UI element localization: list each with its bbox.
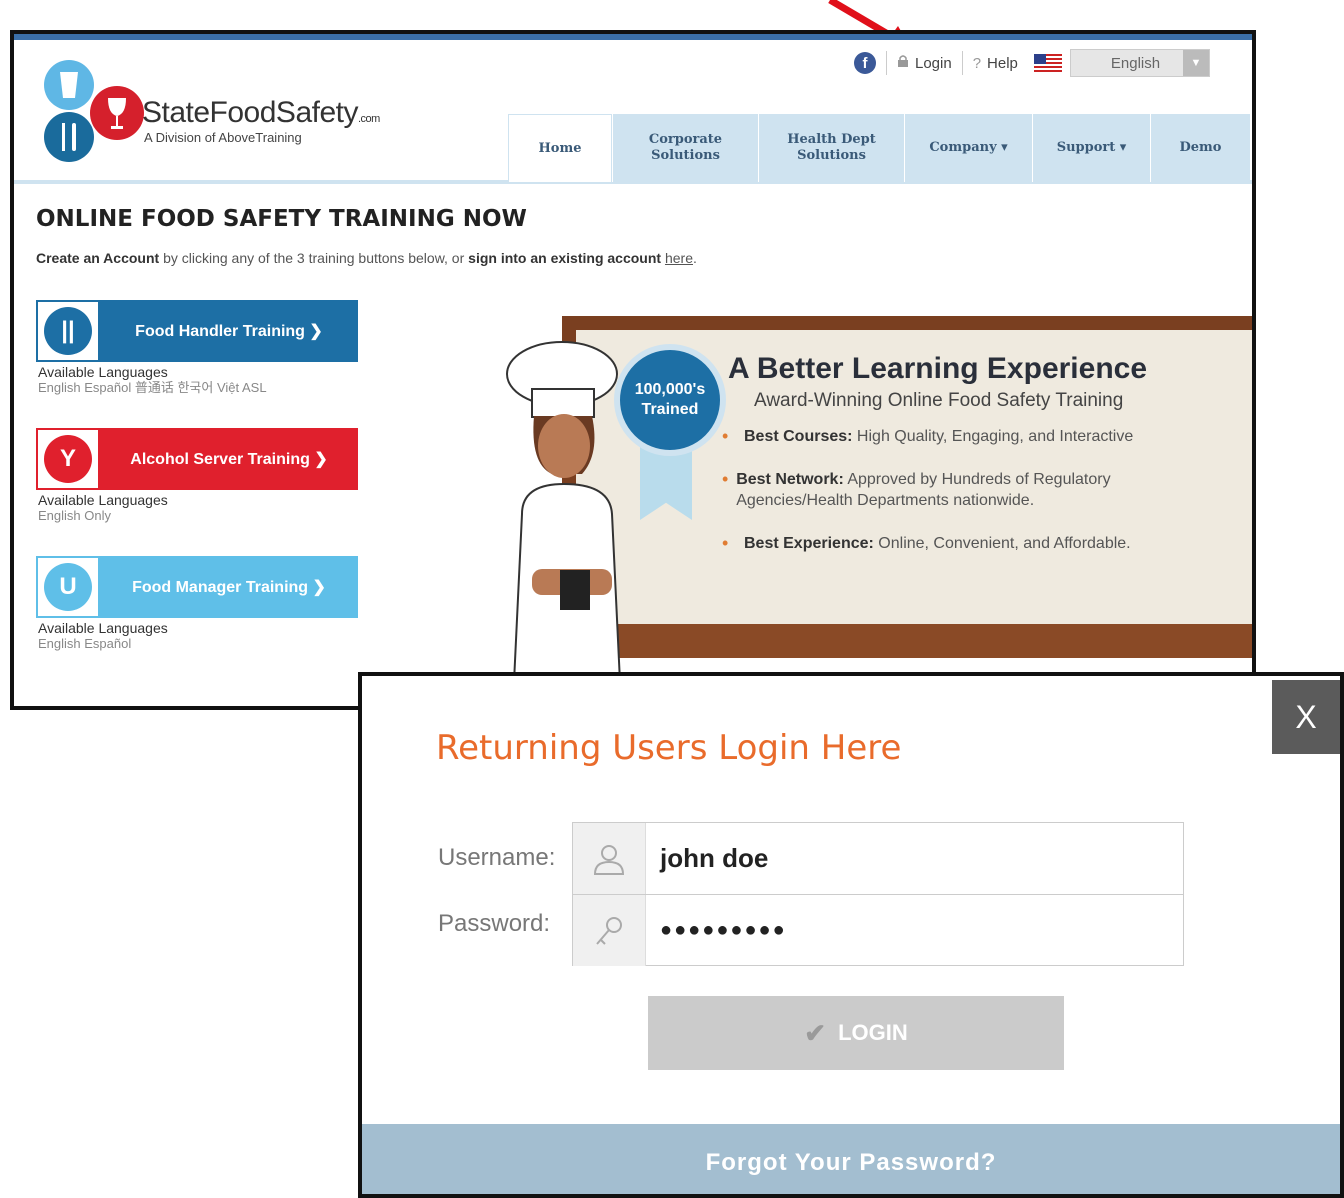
wine-glass-icon (90, 86, 144, 140)
password-input[interactable]: ●●●●●●●●● (646, 919, 787, 942)
alcohol-server-training-button[interactable]: Y Alcohol Server Training ❯ (36, 428, 358, 490)
fork-knife-icon (44, 112, 94, 162)
brand-subtitle: A Division of AboveTraining (144, 130, 302, 145)
username-input[interactable]: john doe (646, 843, 768, 874)
benefits-list: • Best Courses: High Quality, Engaging, a… (722, 426, 1172, 576)
brand-name: StateFoodSafety.com (142, 96, 380, 129)
intro-create-account: Create an Account (36, 250, 160, 266)
tab-home[interactable]: Home (508, 114, 612, 182)
food-handler-training-label: Food Handler Training ❯ (100, 300, 358, 362)
facebook-icon[interactable]: f (854, 52, 876, 74)
list-item: • Best Experience: Online, Convenient, an… (722, 533, 1131, 553)
modal-title: Returning Users Login Here (436, 728, 902, 768)
languages-list: English Español 普通话 한국어 Việt ASL (38, 380, 267, 395)
us-flag-icon (1033, 54, 1062, 72)
intro-here-link[interactable]: here (665, 250, 693, 266)
password-field[interactable]: ●●●●●●●●● (573, 894, 1183, 966)
utility-bar: f Login ? Help English ▼ (854, 48, 1210, 78)
intro-middle: by clicking any of the 3 training button… (159, 250, 469, 266)
food-handler-training-button[interactable]: || Food Handler Training ❯ (36, 300, 358, 362)
alcohol-server-languages: Available Languages English Only (38, 492, 168, 524)
help-link-label: Help (987, 54, 1018, 72)
login-modal: X Returning Users Login Here Username: P… (358, 672, 1344, 1198)
intro-sign-in: sign into an existing account (468, 250, 662, 266)
tab-company[interactable]: Company ▾ (904, 114, 1032, 182)
login-button[interactable]: ✔ LOGIN (648, 996, 1064, 1070)
login-link-label: Login (915, 54, 952, 72)
password-label: Password: (438, 910, 551, 937)
available-languages-label: Available Languages (38, 620, 168, 636)
food-manager-languages: Available Languages English Español (38, 620, 168, 652)
tab-demo[interactable]: Demo (1150, 114, 1250, 182)
board-title: A Better Learning Experience (728, 352, 1148, 385)
fork-knife-icon: || (36, 300, 100, 362)
username-field[interactable]: john doe (573, 823, 1183, 894)
language-selector[interactable]: English ▼ (1033, 49, 1210, 77)
badge-count: 100,000's (634, 381, 706, 398)
language-value: English (1110, 54, 1161, 72)
tab-health-dept-solutions[interactable]: Health Dept Solutions (758, 114, 904, 182)
chef-illustration (506, 341, 623, 706)
food-manager-training-label: Food Manager Training ❯ (100, 556, 358, 618)
help-icon: ? (972, 54, 982, 72)
divider (886, 51, 887, 75)
user-icon (573, 823, 646, 894)
language-dropdown[interactable]: English ▼ (1069, 49, 1210, 77)
board-subtitle: Award-Winning Online Food Safety Trainin… (754, 390, 1124, 411)
available-languages-label: Available Languages (38, 364, 168, 380)
cup-icon: U (36, 556, 100, 618)
tab-corporate-solutions[interactable]: Corporate Solutions (612, 114, 758, 182)
close-button[interactable]: X (1272, 680, 1340, 754)
languages-list: English Español (38, 636, 132, 651)
forgot-password-link[interactable]: Forgot Your Password? (362, 1124, 1340, 1194)
divider (961, 51, 963, 75)
available-languages-label: Available Languages (38, 492, 168, 508)
food-handler-languages: Available Languages English Español 普通话 … (38, 364, 267, 396)
login-fields: john doe ●●●●●●●●● (572, 822, 1184, 966)
help-link[interactable]: ? Help (973, 55, 1018, 72)
board-ledge (562, 624, 1252, 658)
languages-list: English Only (38, 508, 111, 523)
check-icon: ✔ (804, 1017, 827, 1048)
lock-icon (897, 54, 909, 72)
logo[interactable]: StateFoodSafety.com A Division of AboveT… (34, 56, 380, 186)
alcohol-server-training-label: Alcohol Server Training ❯ (100, 428, 358, 490)
login-button-label: LOGIN (838, 1020, 908, 1045)
badge-label: Trained (641, 401, 699, 418)
site-window: StateFoodSafety.com A Division of AboveT… (10, 30, 1256, 710)
food-manager-training-button[interactable]: U Food Manager Training ❯ (36, 556, 358, 618)
username-label: Username: (438, 844, 556, 871)
page-title: ONLINE FOOD SAFETY TRAINING NOW (36, 206, 527, 232)
cup-icon (44, 60, 94, 110)
chevron-down-icon: ▼ (1182, 50, 1209, 76)
tab-support[interactable]: Support ▾ (1032, 114, 1150, 182)
intro-text: Create an Account by clicking any of the… (36, 250, 697, 266)
top-bar (14, 34, 1252, 40)
list-item: • Best Network: Approved by Hundreds of R… (722, 469, 1111, 509)
wine-glass-icon: Y (36, 428, 100, 490)
key-icon (573, 895, 646, 966)
main-nav: Home Corporate Solutions Health Dept Sol… (508, 114, 1250, 182)
login-link[interactable]: Login (897, 54, 952, 72)
list-item: • Best Courses: High Quality, Engaging, a… (722, 426, 1134, 446)
